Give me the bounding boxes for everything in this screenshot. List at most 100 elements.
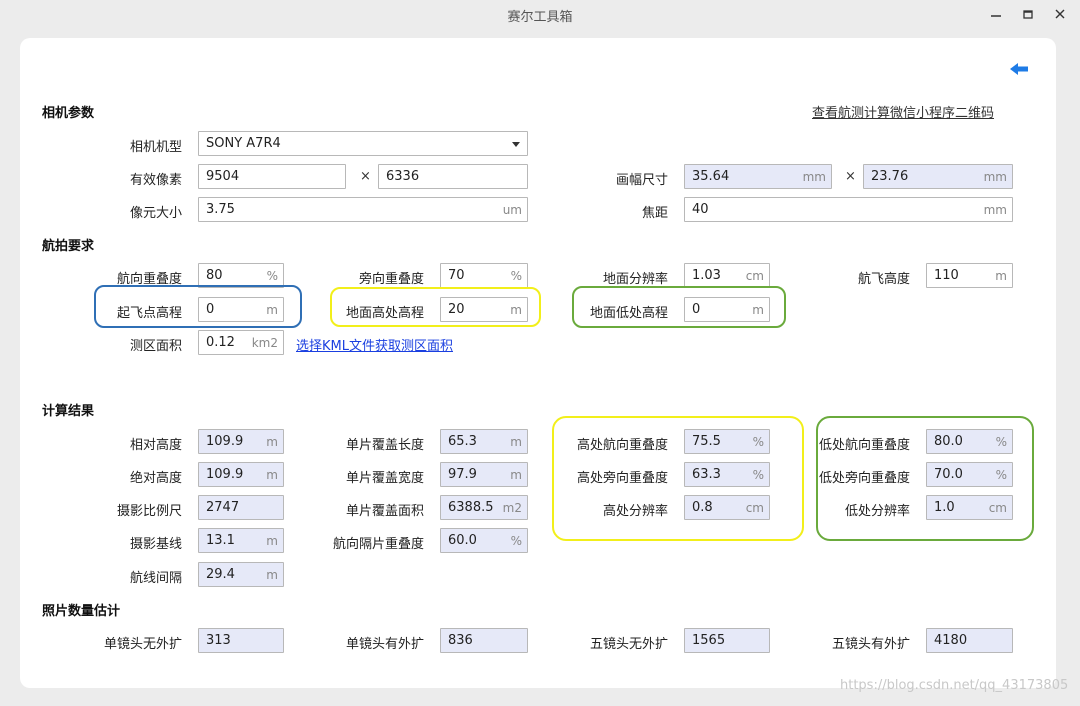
area-value: 0.12 bbox=[206, 335, 235, 350]
section-results-title: 计算结果 bbox=[42, 404, 95, 419]
skip-overlap-value: 60.0 bbox=[448, 533, 477, 548]
skip-overlap-label: 航向隔片重叠度 bbox=[332, 537, 424, 552]
five-yes-label: 五镜头有外扩 bbox=[831, 637, 910, 652]
pixels-width-value: 9504 bbox=[206, 169, 240, 184]
cover-area-value: 6388.5 bbox=[448, 500, 494, 515]
focal-length-unit: mm bbox=[983, 203, 1007, 217]
pixel-size-value: 3.75 bbox=[206, 202, 235, 217]
line-spacing-unit: m bbox=[266, 568, 278, 582]
abs-height-label: 绝对高度 bbox=[129, 471, 182, 486]
pixels-label: 有效像素 bbox=[129, 173, 182, 188]
gsd-label: 地面分辨率 bbox=[602, 272, 668, 287]
line-spacing-field: 29.4 m bbox=[198, 562, 284, 587]
five-yes-field: 4180 bbox=[926, 628, 1013, 653]
cover-len-unit: m bbox=[510, 435, 522, 449]
title-bar: 赛尔工具箱 bbox=[0, 0, 1080, 30]
rel-height-field: 109.9 m bbox=[198, 429, 284, 454]
scale-value: 2747 bbox=[206, 500, 240, 515]
highlight-ring-low bbox=[816, 416, 1034, 541]
cover-wid-unit: m bbox=[510, 468, 522, 482]
close-icon bbox=[1055, 9, 1065, 19]
qr-code-link[interactable]: 查看航测计算微信小程序二维码 bbox=[812, 102, 994, 121]
line-spacing-label: 航线间隔 bbox=[129, 571, 182, 586]
fwd-overlap-value: 80 bbox=[206, 268, 223, 283]
pixels-width-input[interactable]: 9504 bbox=[198, 164, 346, 189]
skip-overlap-field: 60.0 % bbox=[440, 528, 528, 553]
side-overlap-label: 旁向重叠度 bbox=[358, 272, 424, 287]
single-no-value: 313 bbox=[206, 633, 231, 648]
gsd-value: 1.03 bbox=[692, 268, 721, 283]
abs-height-value: 109.9 bbox=[206, 467, 244, 482]
single-no-label: 单镜头无外扩 bbox=[103, 637, 182, 652]
baseline-value: 13.1 bbox=[206, 533, 235, 548]
five-no-value: 1565 bbox=[692, 633, 726, 648]
cover-area-unit: m2 bbox=[502, 501, 522, 515]
area-label: 测区面积 bbox=[129, 339, 182, 354]
main-panel: 相机参数 查看航测计算微信小程序二维码 相机机型 SONY A7R4 有效像素 … bbox=[20, 38, 1056, 688]
camera-model-select[interactable]: SONY A7R4 bbox=[198, 131, 528, 156]
baseline-field: 13.1 m bbox=[198, 528, 284, 553]
frame-height-field: 23.76 mm bbox=[863, 164, 1013, 189]
focal-length-input[interactable]: 40 mm bbox=[684, 197, 1013, 222]
chevron-down-icon bbox=[512, 142, 520, 147]
abs-height-unit: m bbox=[266, 468, 278, 482]
back-arrow-icon bbox=[1010, 63, 1028, 75]
focal-length-label: 焦距 bbox=[641, 206, 668, 221]
cover-wid-field: 97.9 m bbox=[440, 462, 528, 487]
skip-overlap-unit: % bbox=[510, 534, 522, 548]
pixels-height-value: 6336 bbox=[386, 169, 420, 184]
pixel-size-label: 像元大小 bbox=[129, 206, 182, 221]
baseline-label: 摄影基线 bbox=[129, 537, 182, 552]
pixels-height-input[interactable]: 6336 bbox=[378, 164, 528, 189]
pixel-size-input[interactable]: 3.75 um bbox=[198, 197, 528, 222]
side-overlap-value: 70 bbox=[448, 268, 465, 283]
back-button[interactable] bbox=[1010, 62, 1032, 78]
kml-select-link[interactable]: 选择KML文件获取测区面积 bbox=[296, 335, 453, 354]
five-yes-value: 4180 bbox=[934, 633, 968, 648]
section-photos-title: 照片数量估计 bbox=[42, 604, 121, 619]
highlight-ring-green bbox=[572, 286, 786, 328]
maximize-icon bbox=[1023, 10, 1033, 19]
rel-height-value: 109.9 bbox=[206, 434, 244, 449]
altitude-unit: m bbox=[995, 269, 1007, 283]
side-overlap-unit: % bbox=[510, 269, 522, 283]
five-no-field: 1565 bbox=[684, 628, 770, 653]
frame-width-field: 35.64 mm bbox=[684, 164, 832, 189]
gsd-unit: cm bbox=[745, 269, 764, 283]
frame-height-value: 23.76 bbox=[871, 169, 909, 184]
frame-width-unit: mm bbox=[802, 170, 826, 184]
cover-wid-label: 单片覆盖宽度 bbox=[345, 471, 424, 486]
cover-len-field: 65.3 m bbox=[440, 429, 528, 454]
gsd-input[interactable]: 1.03 cm bbox=[684, 263, 770, 288]
line-spacing-value: 29.4 bbox=[206, 567, 235, 582]
frame-size-label: 画幅尺寸 bbox=[615, 173, 668, 188]
frame-times-sign: × bbox=[845, 169, 856, 184]
baseline-unit: m bbox=[266, 534, 278, 548]
area-unit: km2 bbox=[251, 336, 278, 350]
area-input[interactable]: 0.12 km2 bbox=[198, 330, 284, 355]
single-yes-value: 836 bbox=[448, 633, 473, 648]
frame-height-unit: mm bbox=[983, 170, 1007, 184]
rel-height-unit: m bbox=[266, 435, 278, 449]
highlight-ring-high bbox=[552, 416, 804, 541]
pixel-size-unit: um bbox=[502, 203, 522, 217]
altitude-label: 航飞高度 bbox=[857, 272, 910, 287]
single-yes-label: 单镜头有外扩 bbox=[345, 637, 424, 652]
close-button[interactable] bbox=[1048, 3, 1072, 25]
pixels-times-sign: × bbox=[360, 169, 371, 184]
focal-length-value: 40 bbox=[692, 202, 709, 217]
minimize-icon bbox=[991, 15, 1001, 17]
maximize-button[interactable] bbox=[1016, 3, 1040, 25]
side-overlap-input[interactable]: 70 % bbox=[440, 263, 528, 288]
minimize-button[interactable] bbox=[984, 3, 1008, 25]
single-yes-field: 836 bbox=[440, 628, 528, 653]
camera-model-value: SONY A7R4 bbox=[206, 136, 281, 151]
cover-area-label: 单片覆盖面积 bbox=[345, 504, 424, 519]
five-no-label: 五镜头无外扩 bbox=[589, 637, 668, 652]
cover-wid-value: 97.9 bbox=[448, 467, 477, 482]
highlight-ring-yellow bbox=[330, 287, 541, 327]
fwd-overlap-unit: % bbox=[266, 269, 278, 283]
scale-label: 摄影比例尺 bbox=[116, 504, 182, 519]
altitude-input[interactable]: 110 m bbox=[926, 263, 1013, 288]
window-title: 赛尔工具箱 bbox=[507, 10, 573, 25]
